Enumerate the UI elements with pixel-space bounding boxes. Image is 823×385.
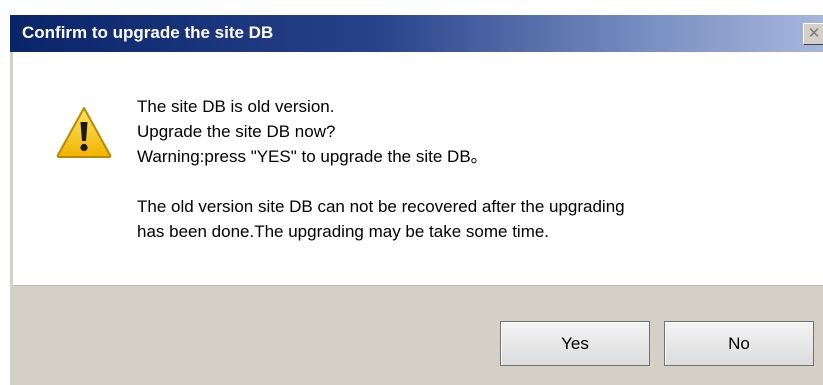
title-bar[interactable]: Confirm to upgrade the site DB ✕ [10,15,823,52]
message-line: The old version site DB can not be recov… [137,197,625,216]
message-text: The site DB is old version. Upgrade the … [137,94,625,244]
close-button[interactable]: ✕ [803,23,823,45]
message-line: Warning:press "YES" to upgrade the site … [137,147,488,166]
dialog-title: Confirm to upgrade the site DB [22,23,274,42]
warning-icon [56,107,112,158]
upgrade-dialog: Confirm to upgrade the site DB ✕ The sit… [0,0,823,385]
yes-button[interactable]: Yes [500,321,650,366]
no-button[interactable]: No [664,321,814,366]
message-line: has been done.The upgrading may be take … [137,222,550,241]
button-bar: Yes No [13,285,823,385]
close-icon: ✕ [807,24,821,42]
message-line: The site DB is old version. [137,97,335,116]
message-line: Upgrade the site DB now? [137,122,336,141]
dialog-content: The site DB is old version. Upgrade the … [13,52,823,285]
